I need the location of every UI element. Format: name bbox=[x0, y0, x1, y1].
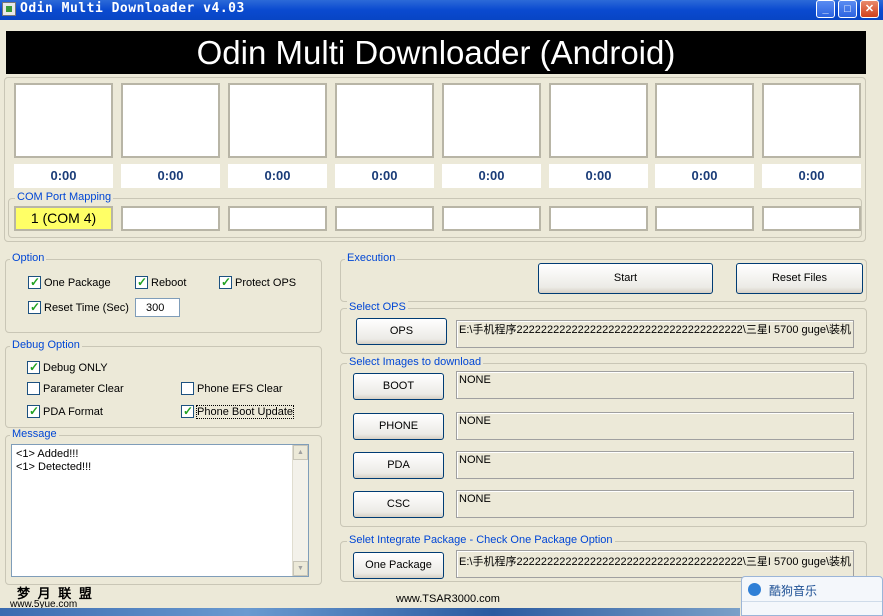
phone-efs-clear-checkbox[interactable]: Phone EFS Clear bbox=[181, 382, 283, 396]
debug-only-checkbox[interactable]: Debug ONLY bbox=[27, 360, 108, 375]
checkbox-box bbox=[181, 382, 194, 395]
app-banner: Odin Multi Downloader (Android) bbox=[6, 31, 866, 74]
checkbox-box bbox=[27, 382, 40, 395]
reboot-checkbox[interactable]: Reboot bbox=[135, 275, 187, 290]
popup-title: 酷狗音乐 bbox=[769, 584, 818, 598]
port-status-box bbox=[549, 83, 648, 158]
one-package-checkbox[interactable]: One Package bbox=[28, 275, 111, 290]
pda-path-field: NONE bbox=[456, 451, 854, 479]
com-port-slot bbox=[121, 206, 220, 231]
watermark-center: www.TSAR3000.com bbox=[396, 593, 500, 605]
com-port-slot bbox=[549, 206, 648, 231]
port-timer: 0:00 bbox=[442, 164, 541, 188]
message-title: Message bbox=[10, 428, 59, 440]
com-port-slot: 1 (COM 4) bbox=[14, 206, 113, 231]
checkbox-box bbox=[135, 275, 148, 289]
boot-path-field: NONE bbox=[456, 371, 854, 399]
port-status-box bbox=[335, 83, 434, 158]
popup-notification[interactable]: 酷狗音乐 bbox=[741, 576, 883, 616]
reset-time-checkbox[interactable]: Reset Time (Sec) bbox=[28, 300, 129, 315]
checkbox-label: One Package bbox=[44, 277, 111, 289]
checkbox-label: Debug ONLY bbox=[43, 362, 108, 374]
phone-boot-update-checkbox[interactable]: Phone Boot Update bbox=[181, 404, 295, 419]
message-log[interactable]: <1> Added!!! <1> Detected!!! ▲ ▼ bbox=[11, 444, 309, 577]
port-timer: 0:00 bbox=[121, 164, 220, 188]
reset-time-input[interactable] bbox=[135, 298, 180, 317]
port-timer: 0:00 bbox=[14, 164, 113, 188]
scroll-down-arrow-icon[interactable]: ▼ bbox=[293, 561, 308, 576]
checkbox-box bbox=[181, 404, 194, 418]
port-status-box bbox=[228, 83, 327, 158]
checkbox-box bbox=[28, 300, 41, 314]
popup-divider bbox=[742, 601, 882, 602]
checkbox-label: Parameter Clear bbox=[43, 383, 124, 395]
com-port-slot bbox=[442, 206, 541, 231]
port-status-box bbox=[442, 83, 541, 158]
vertical-scrollbar[interactable]: ▲ ▼ bbox=[292, 445, 308, 576]
checkbox-box bbox=[28, 275, 41, 289]
scroll-up-arrow-icon[interactable]: ▲ bbox=[293, 445, 308, 460]
pda-format-checkbox[interactable]: PDA Format bbox=[27, 404, 103, 419]
port-timer: 0:00 bbox=[655, 164, 754, 188]
checkbox-label: Reboot bbox=[151, 277, 187, 289]
checkbox-box bbox=[219, 275, 232, 289]
reset-files-button[interactable]: Reset Files bbox=[736, 263, 863, 294]
integrate-package-title: Selet Integrate Package - Check One Pack… bbox=[347, 534, 615, 546]
debug-option-title: Debug Option bbox=[10, 339, 82, 351]
port-timer: 0:00 bbox=[228, 164, 327, 188]
port-status-box bbox=[762, 83, 861, 158]
ops-button[interactable]: OPS bbox=[356, 318, 447, 345]
phone-path-field: NONE bbox=[456, 412, 854, 440]
com-port-slot bbox=[762, 206, 861, 231]
csc-button[interactable]: CSC bbox=[353, 491, 444, 518]
com-port-mapping-label: COM Port Mapping bbox=[15, 191, 114, 203]
parameter-clear-checkbox[interactable]: Parameter Clear bbox=[27, 382, 124, 396]
taskbar-strip bbox=[0, 608, 740, 616]
package-path-field: E:\手机程序222222222222222222222222222222222… bbox=[456, 550, 854, 578]
music-player-icon bbox=[748, 583, 761, 596]
checkbox-box bbox=[27, 360, 40, 374]
com-port-slot bbox=[655, 206, 754, 231]
start-button[interactable]: Start bbox=[538, 263, 713, 294]
title-bar: Odin Multi Downloader v4.03 _ □ ✕ bbox=[0, 0, 883, 20]
close-button[interactable]: ✕ bbox=[860, 0, 879, 18]
csc-path-field: NONE bbox=[456, 490, 854, 518]
select-images-title: Select Images to download bbox=[347, 356, 484, 368]
checkbox-label: PDA Format bbox=[43, 406, 103, 418]
boot-button[interactable]: BOOT bbox=[353, 373, 444, 400]
phone-button[interactable]: PHONE bbox=[353, 413, 444, 440]
port-status-box bbox=[121, 83, 220, 158]
ops-path-field: E:\手机程序222222222222222222222222222222222… bbox=[456, 320, 854, 348]
port-timer: 0:00 bbox=[762, 164, 861, 188]
maximize-button[interactable]: □ bbox=[838, 0, 857, 18]
option-group: Option bbox=[5, 252, 322, 333]
checkbox-label: Phone Boot Update bbox=[195, 405, 295, 419]
checkbox-label: Reset Time (Sec) bbox=[44, 302, 129, 314]
option-title: Option bbox=[10, 252, 47, 264]
port-status-box bbox=[14, 83, 113, 158]
log-line: <1> Detected!!! bbox=[16, 461, 92, 473]
protect-ops-checkbox[interactable]: Protect OPS bbox=[219, 275, 297, 290]
checkbox-box bbox=[27, 404, 40, 418]
select-ops-title: Select OPS bbox=[347, 301, 408, 313]
window-title: Odin Multi Downloader v4.03 bbox=[20, 1, 245, 16]
com-port-slot bbox=[335, 206, 434, 231]
checkbox-label: Phone EFS Clear bbox=[197, 383, 283, 395]
app-icon bbox=[2, 2, 16, 16]
port-timer: 0:00 bbox=[549, 164, 648, 188]
port-timer: 0:00 bbox=[335, 164, 434, 188]
checkbox-label: Protect OPS bbox=[235, 277, 297, 289]
com-port-slot bbox=[228, 206, 327, 231]
port-status-box bbox=[655, 83, 754, 158]
log-line: <1> Added!!! bbox=[16, 448, 79, 460]
pda-button[interactable]: PDA bbox=[353, 452, 444, 479]
one-package-button[interactable]: One Package bbox=[353, 552, 444, 579]
execution-title: Execution bbox=[345, 252, 398, 264]
minimize-button[interactable]: _ bbox=[816, 0, 835, 18]
